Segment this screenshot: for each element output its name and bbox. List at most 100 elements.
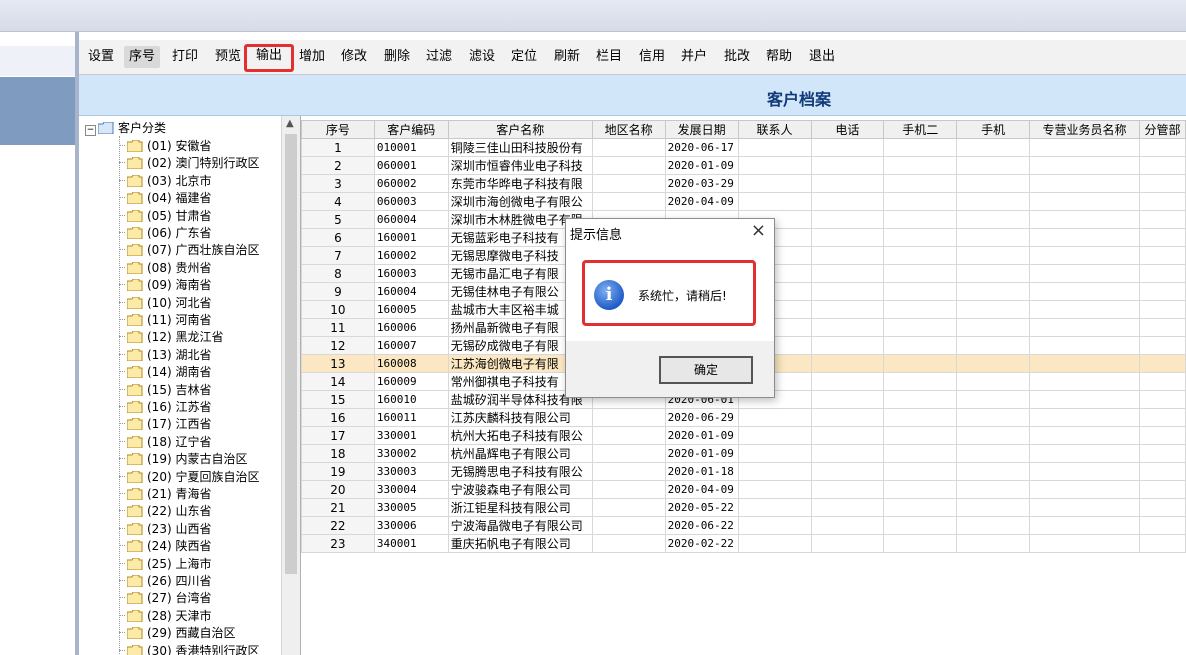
folder-icon: [127, 418, 143, 431]
table-cell: [1138, 426, 1186, 445]
columns-button[interactable]: 栏目: [591, 46, 627, 68]
edit-button[interactable]: 修改: [336, 46, 372, 68]
print-button[interactable]: 打印: [167, 46, 203, 68]
preview-button[interactable]: 预览: [210, 46, 246, 68]
column-header[interactable]: 发展日期: [664, 120, 739, 139]
column-header[interactable]: 分管部: [1138, 120, 1186, 139]
filter-settings-button[interactable]: 滤设: [464, 46, 500, 68]
table-cell: 13: [301, 354, 375, 373]
table-row[interactable]: 16 160011 江苏庆麟科技有限公司 2020-06-29: [301, 408, 1186, 427]
table-cell: 160010: [373, 390, 449, 409]
column-header[interactable]: 序号: [301, 120, 375, 139]
column-header[interactable]: 客户名称: [447, 120, 593, 139]
table-cell: [956, 282, 1031, 301]
table-row[interactable]: 1 010001 铜陵三佳山田科技股份有 2020-06-17: [301, 138, 1186, 157]
export-button[interactable]: 输出: [244, 44, 294, 72]
help-button[interactable]: 帮助: [761, 46, 797, 68]
delete-button[interactable]: 删除: [379, 46, 415, 68]
tree-item[interactable]: (11) 河南省: [113, 312, 211, 329]
column-header[interactable]: 专营业务员名称: [1029, 120, 1140, 139]
tree-item[interactable]: (09) 海南省: [113, 277, 211, 294]
add-button[interactable]: 增加: [294, 46, 330, 68]
column-header[interactable]: 手机: [956, 120, 1031, 139]
tree-scrollbar[interactable]: ▲: [281, 116, 300, 655]
tree-item[interactable]: (07) 广西壮族自治区: [113, 242, 259, 259]
tree-item-label: (14) 湖南省: [147, 365, 212, 380]
table-row[interactable]: 4 060003 深圳市海创微电子有限公 2020-04-09: [301, 192, 1186, 211]
table-cell: [956, 174, 1031, 193]
table-cell: [810, 228, 885, 247]
column-header[interactable]: 手机二: [883, 120, 958, 139]
ok-button[interactable]: 确定: [659, 356, 753, 384]
tree-item-label: (25) 上海市: [147, 556, 212, 571]
tree-item[interactable]: (13) 湖北省: [113, 347, 211, 364]
locate-button[interactable]: 定位: [506, 46, 542, 68]
table-cell: [1029, 318, 1140, 337]
tree-item[interactable]: (21) 青海省: [113, 486, 211, 503]
tree-item[interactable]: (25) 上海市: [113, 556, 211, 573]
close-icon[interactable]: ×: [751, 220, 766, 241]
tree-item[interactable]: (14) 湖南省: [113, 364, 211, 381]
refresh-button[interactable]: 刷新: [549, 46, 585, 68]
folder-icon: [127, 505, 143, 518]
merge-button[interactable]: 并户: [676, 46, 712, 68]
filter-button[interactable]: 过滤: [421, 46, 457, 68]
tree-item[interactable]: (26) 四川省: [113, 573, 211, 590]
column-header[interactable]: 联系人: [737, 120, 812, 139]
tree-item[interactable]: (03) 北京市: [113, 173, 211, 190]
table-row[interactable]: 20 330004 宁波骏森电子有限公司 2020-04-09: [301, 480, 1186, 499]
exit-button[interactable]: 退出: [804, 46, 840, 68]
tree-item[interactable]: (19) 内蒙古自治区: [113, 451, 247, 468]
batch-edit-button[interactable]: 批改: [719, 46, 755, 68]
column-header[interactable]: 地区名称: [591, 120, 666, 139]
table-row[interactable]: 23 340001 重庆拓帆电子有限公司 2020-02-22: [301, 534, 1186, 553]
tree-item[interactable]: (15) 吉林省: [113, 382, 211, 399]
collapse-icon[interactable]: −: [85, 125, 96, 136]
table-cell: [1029, 372, 1140, 391]
table-cell: [956, 462, 1031, 481]
column-header[interactable]: 客户编码: [373, 120, 449, 139]
tree-item[interactable]: (05) 甘肃省: [113, 208, 211, 225]
tree-item-label: (28) 天津市: [147, 608, 212, 623]
table-cell: [1029, 228, 1140, 247]
credit-button[interactable]: 信用: [634, 46, 670, 68]
tree-item[interactable]: (12) 黑龙江省: [113, 329, 223, 346]
tree-item[interactable]: (20) 宁夏回族自治区: [113, 469, 259, 486]
table-row[interactable]: 21 330005 浙江钜星科技有限公司 2020-05-22: [301, 498, 1186, 517]
table-cell: 10: [301, 300, 375, 319]
tree-item[interactable]: (10) 河北省: [113, 295, 211, 312]
table-cell: 160002: [373, 246, 449, 265]
table-row[interactable]: 19 330003 无锡腾思电子科技有限公 2020-01-18: [301, 462, 1186, 481]
left-nav-selected-item[interactable]: [0, 77, 75, 145]
tree-root[interactable]: − 客户分类: [85, 120, 166, 137]
tree-item[interactable]: (16) 江苏省: [113, 399, 211, 416]
table-row[interactable]: 2 060001 深圳市恒睿伟业电子科技 2020-01-09: [301, 156, 1186, 175]
tree-item-label: (07) 广西壮族自治区: [147, 243, 260, 258]
tree-item[interactable]: (24) 陕西省: [113, 538, 211, 555]
tree-scroll-thumb[interactable]: [285, 134, 297, 574]
tree-item[interactable]: (23) 山西省: [113, 521, 211, 538]
tree-item[interactable]: (17) 江西省: [113, 416, 211, 433]
table-row[interactable]: 18 330002 杭州晶辉电子有限公司 2020-01-09: [301, 444, 1186, 463]
table-row[interactable]: 3 060002 东莞市华晔电子科技有限 2020-03-29: [301, 174, 1186, 193]
table-cell: 东莞市华晔电子科技有限: [447, 174, 593, 193]
settings-button[interactable]: 设置: [83, 46, 119, 68]
tree-item[interactable]: (27) 台湾省: [113, 590, 211, 607]
scroll-up-icon[interactable]: ▲: [286, 118, 294, 129]
sequence-button[interactable]: 序号: [124, 46, 160, 68]
tree-item[interactable]: (06) 广东省: [113, 225, 211, 242]
table-row[interactable]: 17 330001 杭州大拓电子科技有限公 2020-01-09: [301, 426, 1186, 445]
tree-item[interactable]: (29) 西藏自治区: [113, 625, 235, 642]
tree-item[interactable]: (30) 香港特别行政区: [113, 643, 259, 655]
tree-item[interactable]: (01) 安徽省: [113, 138, 211, 155]
tree-connector: [119, 458, 125, 460]
tree-item[interactable]: (02) 澳门特别行政区: [113, 155, 259, 172]
table-row[interactable]: 22 330006 宁波海晶微电子有限公司 2020-06-22: [301, 516, 1186, 535]
column-header[interactable]: 电话: [810, 120, 885, 139]
tree-item[interactable]: (04) 福建省: [113, 190, 211, 207]
table-cell: 2020-04-09: [664, 192, 739, 211]
tree-item[interactable]: (22) 山东省: [113, 503, 211, 520]
tree-item[interactable]: (08) 贵州省: [113, 260, 211, 277]
tree-item[interactable]: (28) 天津市: [113, 608, 211, 625]
tree-item[interactable]: (18) 辽宁省: [113, 434, 211, 451]
